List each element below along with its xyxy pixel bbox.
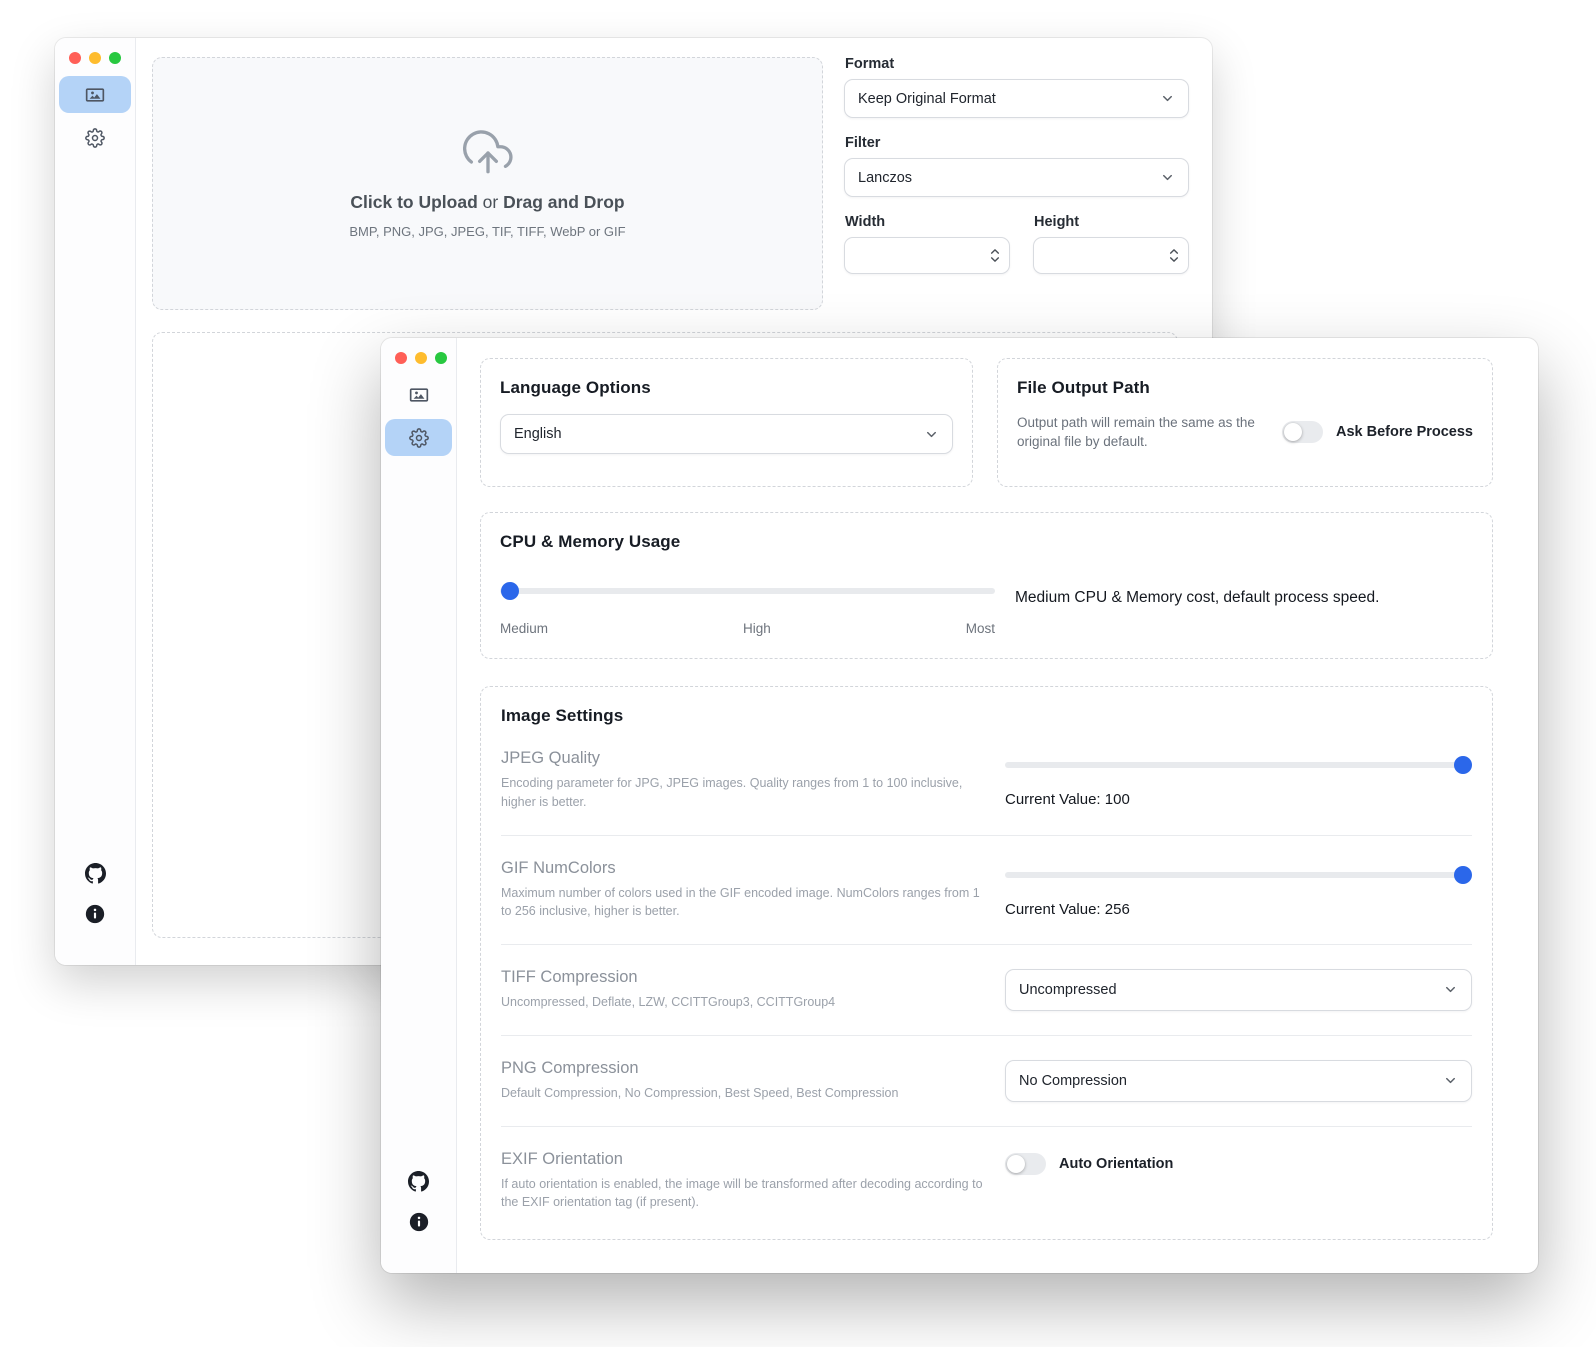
gear-icon	[408, 427, 430, 449]
format-select[interactable]: Keep Original Format	[844, 79, 1189, 118]
jpeg-quality-description: Encoding parameter for JPG, JPEG images.…	[501, 774, 989, 812]
supported-formats-text: BMP, PNG, JPG, JPEG, TIF, TIFF, WebP or …	[349, 224, 625, 239]
exif-orientation-row: EXIF Orientation If auto orientation is …	[501, 1127, 1472, 1236]
slider-thumb[interactable]	[1454, 866, 1472, 884]
info-icon[interactable]	[84, 903, 106, 925]
jpeg-quality-slider[interactable]	[1005, 756, 1472, 774]
height-label: Height	[1034, 214, 1189, 230]
chevron-down-icon	[1160, 91, 1175, 106]
width-stepper[interactable]	[844, 237, 1010, 274]
language-select[interactable]: English	[500, 414, 953, 454]
gif-numcolors-row: GIF NumColors Maximum number of colors u…	[501, 836, 1472, 946]
image-icon	[84, 84, 106, 106]
height-stepper[interactable]	[1033, 237, 1189, 274]
chevron-down-icon	[1160, 170, 1175, 185]
sidebar	[381, 338, 457, 1273]
width-input[interactable]	[857, 248, 990, 264]
gif-numcolors-title: GIF NumColors	[501, 859, 989, 878]
auto-orientation-label: Auto Orientation	[1059, 1156, 1173, 1172]
jpeg-quality-row: JPEG Quality Encoding parameter for JPG,…	[501, 726, 1472, 836]
zoom-button[interactable]	[109, 52, 121, 64]
ask-before-process-toggle[interactable]	[1282, 421, 1323, 443]
cpu-slider-label-high: High	[743, 621, 771, 636]
image-settings-title: Image Settings	[501, 706, 1472, 726]
png-compression-description: Default Compression, No Compression, Bes…	[501, 1084, 989, 1103]
stepper-icon[interactable]	[1169, 248, 1179, 263]
output-options-panel: Format Keep Original Format Filter Lancz…	[844, 56, 1189, 274]
filter-label: Filter	[845, 135, 1189, 151]
slider-thumb[interactable]	[1454, 756, 1472, 774]
settings-window: Language Options English File Output Pat…	[381, 338, 1538, 1273]
cpu-memory-card: CPU & Memory Usage Medium High Most Medi…	[480, 512, 1493, 659]
chevron-down-icon	[924, 427, 939, 442]
upload-dropzone[interactable]: Click to Upload or Drag and Drop BMP, PN…	[152, 57, 823, 310]
auto-orientation-toggle[interactable]	[1005, 1153, 1046, 1175]
height-input[interactable]	[1046, 248, 1169, 264]
jpeg-quality-current-value: Current Value: 100	[1005, 791, 1472, 808]
tiff-compression-row: TIFF Compression Uncompressed, Deflate, …	[501, 945, 1472, 1036]
minimize-button[interactable]	[89, 52, 101, 64]
minimize-button[interactable]	[415, 352, 427, 364]
png-compression-row: PNG Compression Default Compression, No …	[501, 1036, 1472, 1127]
cpu-memory-slider[interactable]	[500, 582, 995, 600]
filter-select[interactable]: Lanczos	[844, 158, 1189, 197]
gear-icon	[84, 127, 106, 149]
sidebar-item-settings[interactable]	[59, 119, 131, 156]
file-output-path-card: File Output Path Output path will remain…	[997, 358, 1493, 487]
gif-numcolors-slider[interactable]	[1005, 866, 1472, 884]
window-controls	[69, 52, 121, 64]
close-button[interactable]	[69, 52, 81, 64]
cpu-status-text: Medium CPU & Memory cost, default proces…	[1015, 589, 1379, 636]
exif-orientation-description: If auto orientation is enabled, the imag…	[501, 1175, 989, 1213]
width-label: Width	[845, 214, 1010, 230]
stepper-icon[interactable]	[990, 248, 1000, 263]
cpu-memory-title: CPU & Memory Usage	[500, 532, 1473, 552]
language-options-card: Language Options English	[480, 358, 973, 487]
sidebar-item-convert[interactable]	[59, 76, 131, 113]
cpu-slider-label-medium: Medium	[500, 621, 548, 636]
slider-thumb[interactable]	[501, 582, 519, 600]
language-options-title: Language Options	[500, 378, 953, 398]
github-icon[interactable]	[84, 862, 106, 884]
tiff-compression-select[interactable]: Uncompressed	[1005, 969, 1472, 1011]
jpeg-quality-title: JPEG Quality	[501, 749, 989, 768]
upload-title: Click to Upload or Drag and Drop	[350, 192, 624, 213]
ask-before-process-label: Ask Before Process	[1336, 424, 1473, 440]
info-icon[interactable]	[408, 1211, 430, 1233]
file-output-path-title: File Output Path	[1017, 378, 1473, 398]
png-compression-title: PNG Compression	[501, 1059, 989, 1078]
window-controls	[395, 352, 447, 364]
upload-cloud-icon	[463, 128, 513, 178]
png-compression-select[interactable]: No Compression	[1005, 1060, 1472, 1102]
github-icon[interactable]	[408, 1170, 430, 1192]
tiff-compression-description: Uncompressed, Deflate, LZW, CCITTGroup3,…	[501, 993, 989, 1012]
image-icon	[408, 384, 430, 406]
chevron-down-icon	[1443, 982, 1458, 997]
exif-orientation-title: EXIF Orientation	[501, 1150, 989, 1169]
chevron-down-icon	[1443, 1073, 1458, 1088]
image-settings-card: Image Settings JPEG Quality Encoding par…	[480, 686, 1493, 1240]
gif-numcolors-description: Maximum number of colors used in the GIF…	[501, 884, 989, 922]
sidebar-item-convert[interactable]	[385, 376, 452, 413]
settings-main: Language Options English File Output Pat…	[480, 358, 1493, 1240]
gif-numcolors-current-value: Current Value: 256	[1005, 901, 1472, 918]
cpu-slider-label-most: Most	[966, 621, 995, 636]
sidebar	[55, 38, 136, 965]
tiff-compression-title: TIFF Compression	[501, 968, 989, 987]
close-button[interactable]	[395, 352, 407, 364]
output-path-description: Output path will remain the same as the …	[1017, 413, 1267, 451]
sidebar-item-settings[interactable]	[385, 419, 452, 456]
format-label: Format	[845, 56, 1189, 72]
zoom-button[interactable]	[435, 352, 447, 364]
